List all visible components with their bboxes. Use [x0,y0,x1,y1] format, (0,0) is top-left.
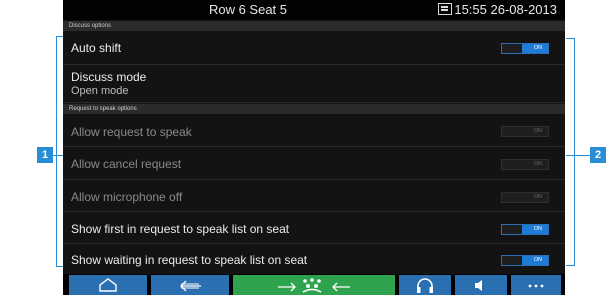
allow-request-toggle[interactable]: ON [501,126,549,137]
allow-cancel-label: Allow cancel request [71,157,182,171]
callout-1-bracket [56,36,63,267]
status-bar: Row 6 Seat 5 15:55 26-08-2013 [63,0,565,20]
show-first-toggle[interactable]: ON [501,224,549,235]
console-icon [438,3,452,15]
toggle-state: ON [533,128,542,134]
allow-mic-off-toggle[interactable]: ON [501,192,549,203]
home-button[interactable] [69,275,147,295]
speaker-button[interactable] [455,275,507,295]
toggle-state: ON [533,161,542,167]
row-allow-cancel[interactable]: Allow cancel request ON [63,147,565,180]
section-discuss-options: Discuss options [63,21,565,31]
show-waiting-toggle[interactable]: ON [501,255,549,266]
meeting-button[interactable] [233,275,395,295]
show-waiting-label: Show waiting in request to speak list on… [71,253,308,267]
auto-shift-label: Auto shift [71,41,122,55]
device-screen: Row 6 Seat 5 15:55 26-08-2013 Discuss op… [63,0,565,295]
row-show-first[interactable]: Show first in request to speak list on s… [63,212,565,244]
back-button[interactable] [151,275,229,295]
row-allow-request[interactable]: Allow request to speak ON [63,114,565,147]
toggle-state: ON [533,226,542,232]
row-allow-mic-off[interactable]: Allow microphone off ON [63,180,565,212]
callout-2-bracket [566,38,575,266]
row-show-waiting[interactable]: Show waiting in request to speak list on… [63,244,565,274]
allow-request-label: Allow request to speak [71,125,192,139]
more-icon [528,284,544,288]
toggle-state: ON [533,194,542,200]
discuss-mode-value: Open mode [71,85,129,97]
callout-2: 2 [590,147,606,163]
allow-mic-off-label: Allow microphone off [71,190,183,204]
headphones-button[interactable] [399,275,451,295]
headphones-icon [417,278,433,293]
row-auto-shift[interactable]: Auto shift ON [63,35,565,65]
toggle-state: ON [533,45,542,51]
speaker-icon [475,280,482,291]
callout-1: 1 [37,147,53,163]
home-icon [99,278,117,292]
discuss-mode-label: Discuss mode [71,70,147,84]
back-icon [180,280,201,292]
section-request-options: Request to speak options [63,104,565,114]
meeting-icon [278,278,350,293]
auto-shift-toggle[interactable]: ON [501,43,549,54]
more-button[interactable] [511,275,561,295]
show-first-label: Show first in request to speak list on s… [71,222,290,236]
bottom-toolbar [63,274,565,295]
toggle-state: ON [533,257,542,263]
seat-label: Row 6 Seat 5 [208,2,288,17]
datetime: 15:55 26-08-2013 [454,2,557,17]
row-discuss-mode[interactable]: Discuss mode Open mode [63,65,565,103]
allow-cancel-toggle[interactable]: ON [501,159,549,170]
